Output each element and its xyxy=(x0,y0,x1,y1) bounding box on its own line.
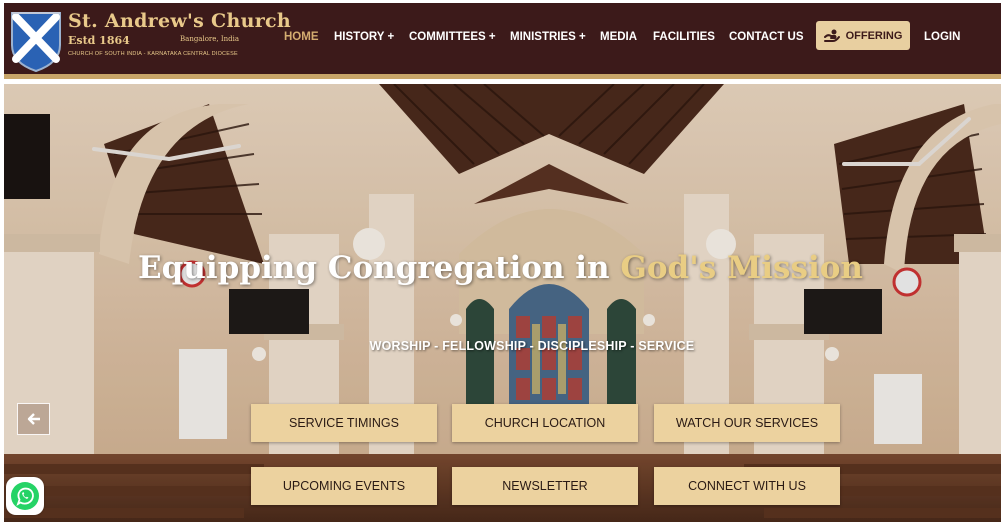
offering-button[interactable]: OFFERING xyxy=(816,21,910,50)
whatsapp-button[interactable] xyxy=(6,477,44,515)
upcoming-events-button[interactable]: UPCOMING EVENTS xyxy=(251,467,437,505)
nav-history[interactable]: HISTORY + xyxy=(334,31,394,47)
church-logo[interactable] xyxy=(10,9,62,73)
church-interior-image xyxy=(4,84,1001,522)
shield-cross-icon xyxy=(11,12,61,73)
headline-highlight: God's Mission xyxy=(620,250,863,286)
nav-login[interactable]: LOGIN xyxy=(924,31,960,47)
site-header: St. Andrew's Church Estd 1864 Bangalore,… xyxy=(4,3,1001,79)
arrow-left-icon xyxy=(27,413,40,425)
nav-facilities[interactable]: FACILITIES xyxy=(653,31,715,47)
nav-contact-us[interactable]: CONTACT US xyxy=(729,31,804,47)
church-name: St. Andrew's Church xyxy=(68,10,291,32)
church-location-button[interactable]: CHURCH LOCATION xyxy=(452,404,638,442)
service-timings-button[interactable]: SERVICE TIMINGS xyxy=(251,404,437,442)
watch-services-button[interactable]: WATCH OUR SERVICES xyxy=(654,404,840,442)
established-year: Estd 1864 xyxy=(68,34,130,47)
headline-text: Equipping Congregation in xyxy=(138,250,621,286)
nav-media[interactable]: MEDIA xyxy=(600,31,637,47)
hero-banner xyxy=(4,84,1001,522)
nav-ministries[interactable]: MINISTRIES + xyxy=(510,31,586,47)
nav-committees[interactable]: COMMITTEES + xyxy=(409,31,496,47)
slider-prev-button[interactable] xyxy=(17,403,50,435)
diocese-text: CHURCH OF SOUTH INDIA - KARNATAKA CENTRA… xyxy=(68,51,238,57)
newsletter-button[interactable]: NEWSLETTER xyxy=(452,467,638,505)
connect-button[interactable]: CONNECT WITH US xyxy=(654,467,840,505)
nav-home[interactable]: HOME xyxy=(284,31,319,47)
church-city: Bangalore, India xyxy=(180,35,240,43)
whatsapp-icon xyxy=(11,482,39,510)
giving-hand-icon xyxy=(823,29,840,42)
hero-headline: Equipping Congregation in God's Mission xyxy=(0,250,1001,286)
hero-tagline: WORSHIP - FELLOWSHIP - DISCIPLESHIP - SE… xyxy=(369,339,695,353)
offering-label: OFFERING xyxy=(845,29,903,42)
